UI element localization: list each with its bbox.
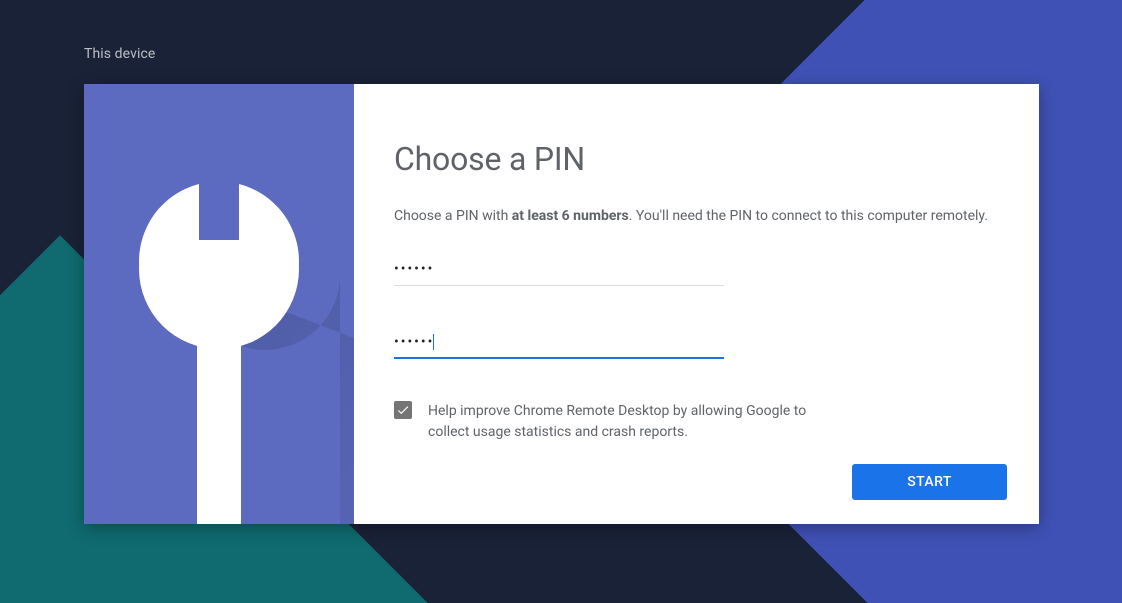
wrench-icon <box>134 184 304 524</box>
description-bold: at least 6 numbers <box>512 208 629 224</box>
pin-input-row-2: •••••• <box>394 328 724 359</box>
check-icon <box>396 403 410 417</box>
description: Choose a PIN with at least 6 numbers. Yo… <box>394 206 999 227</box>
pin-input[interactable]: •••••• <box>394 255 724 286</box>
description-suffix: . You'll need the PIN to connect to this… <box>629 208 988 224</box>
section-label: This device <box>84 46 155 62</box>
card-illustration-panel <box>84 84 354 524</box>
start-button[interactable]: START <box>852 464 1007 500</box>
page-title: Choose a PIN <box>394 140 999 178</box>
description-prefix: Choose a PIN with <box>394 208 512 224</box>
actions-bar: START <box>852 464 1007 500</box>
card-content: Choose a PIN Choose a PIN with at least … <box>354 84 1039 524</box>
pin-confirm-value: •••••• <box>394 334 434 350</box>
setup-card: Choose a PIN Choose a PIN with at least … <box>84 84 1039 524</box>
pin-confirm-input[interactable]: •••••• <box>394 328 724 359</box>
pin-input-row-1: •••••• <box>394 255 724 286</box>
usage-stats-label: Help improve Chrome Remote Desktop by al… <box>428 401 834 442</box>
usage-stats-row: Help improve Chrome Remote Desktop by al… <box>394 401 834 442</box>
usage-stats-checkbox[interactable] <box>394 401 412 419</box>
text-caret <box>433 334 434 350</box>
